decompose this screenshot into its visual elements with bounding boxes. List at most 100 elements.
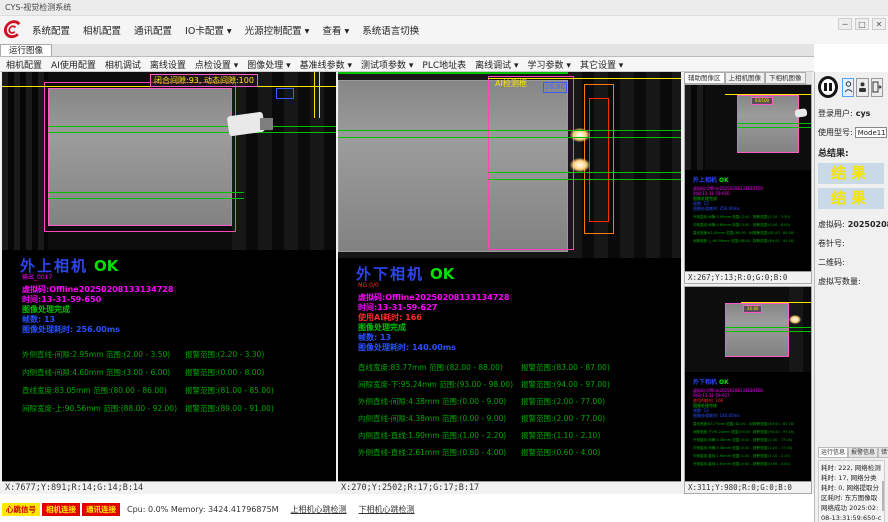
measure-line-green bbox=[48, 126, 336, 127]
toolbar-button[interactable]: 学习参数 ▾ bbox=[528, 58, 571, 71]
window-control-button[interactable]: ─ bbox=[838, 18, 852, 30]
thumbnail-tab[interactable]: 辅助图像区 bbox=[684, 72, 725, 84]
measure-line-green bbox=[737, 123, 811, 124]
toolbar-button[interactable]: 相机调试 bbox=[105, 58, 141, 71]
edge-line-yellow bbox=[319, 72, 320, 118]
toolbar-button[interactable]: 点检设置 ▾ bbox=[195, 58, 238, 71]
mini-measure-value: 间隙宽度-下:95.24mm 范围:(93.00 - 98.00) bbox=[685, 430, 753, 434]
model-row: 使用型号: Mode11 bbox=[818, 127, 885, 138]
mini-alarm-range: 报警范围:(89.00 - 91.00) bbox=[753, 239, 794, 243]
log-text-area[interactable]: 耗时: 222, 网络检测耗时: 17, 网络分类耗时: 0, 网络提取分区耗时… bbox=[818, 460, 885, 522]
mini-overlay-label: 93/100 bbox=[751, 97, 773, 105]
camera-image-upper[interactable]: 闭合间隙:93, 动态间隙:100 bbox=[2, 72, 336, 250]
barcode-label: 虚拟码: bbox=[818, 219, 845, 230]
info-line: 使用AI耗时: 166 bbox=[358, 313, 681, 323]
mini-alarm-range: 报警范围:(81.00 - 85.00) bbox=[753, 231, 794, 235]
mini-measure-row: 间隙宽度-下:95.24mm 范围:(93.00 - 98.00) 报警范围:(… bbox=[685, 430, 811, 434]
app-logo-icon bbox=[4, 20, 24, 40]
measure-row: 外侧直线-直线:2.61mm 范围:(0.60 - 4.00) 报警范围:(0.… bbox=[338, 448, 681, 457]
measure-row: 间隙宽度-下:95.24mm 范围:(93.00 - 98.00) 报警范围:(… bbox=[338, 380, 681, 389]
measure-row: 直线宽度:83.05mm 范围:(80.00 - 86.00) 报警范围:(81… bbox=[2, 386, 336, 395]
window-control-button[interactable]: ✕ bbox=[872, 18, 886, 30]
toolbar-button[interactable]: 离线设置 bbox=[150, 58, 186, 71]
heartbeat-link[interactable]: 下相机心跳检测 bbox=[359, 504, 415, 515]
measure-row: 外侧直线-间隙:2.95mm 范围:(2.00 - 3.50) 报警范围:(2.… bbox=[2, 350, 336, 359]
thumbnail-upper-camera[interactable]: 93/100 外上相机OK 虚拟码:Offline202502081331347… bbox=[684, 84, 812, 284]
camera-info-block: 虚拟码:Offline20250208133134728 时间:13-31-59… bbox=[358, 293, 681, 353]
log-tab[interactable]: 报警信息 bbox=[848, 447, 878, 458]
camera-info-block: 虚拟码:Offline20250208133134728 时间:13-31-59… bbox=[22, 285, 336, 335]
toolbar-button[interactable]: 其它设置 ▾ bbox=[580, 58, 623, 71]
thumbnail-image: 26.80 bbox=[685, 287, 811, 372]
thumbnail-lower-camera[interactable]: 26.80 外下相机OK 虚拟码:Offline2025020813313472… bbox=[684, 286, 812, 494]
camera-image-lower[interactable]: AI检测框 26.80 bbox=[338, 72, 681, 258]
qr-row: 二维码: bbox=[818, 257, 885, 268]
reflection-glow bbox=[570, 158, 590, 172]
mini-alarm-range: 报警范围:(2.00 - 77.00) bbox=[753, 438, 792, 442]
alarm-range: 报警范围:(2.00 - 77.00) bbox=[521, 397, 605, 406]
control-panel: 登录用户: cys 使用型号: Mode11 总结果: 结果 结果 虚拟码: 2… bbox=[814, 72, 888, 522]
alarm-range: 报警范围:(2.00 - 77.00) bbox=[521, 414, 605, 423]
menu-item[interactable]: 相机配置 bbox=[83, 23, 121, 37]
menu-item[interactable]: 光源控制配置 ▾ bbox=[245, 23, 310, 37]
log-tab[interactable]: 错误信息 bbox=[878, 447, 888, 458]
mini-info-block: 虚拟码:Offline20250208133134728 时间:13-31-59… bbox=[693, 388, 811, 418]
camera-result-row: 外上相机OK bbox=[20, 258, 336, 274]
menu-item[interactable]: 通讯配置 bbox=[134, 23, 172, 37]
alarm-range: 报警范围:(2.20 - 3.30) bbox=[185, 350, 264, 359]
measure-line-green bbox=[48, 132, 336, 133]
measure-row: 间隙宽度-上:90.56mm 范围:(88.00 - 92.00) 报警范围:(… bbox=[2, 404, 336, 413]
measure-line-green bbox=[48, 192, 244, 193]
user-button[interactable] bbox=[842, 78, 854, 97]
alarm-range: 报警范围:(83.00 - 87.00) bbox=[521, 363, 610, 372]
logout-button[interactable] bbox=[871, 78, 883, 97]
log-text: 耗时: 222, 网络检测耗时: 17, 网络分类耗时: 0, 网络提取分区耗时… bbox=[821, 464, 881, 522]
mini-result-row: 外下相机OK bbox=[693, 375, 811, 386]
log-scrollbar[interactable] bbox=[882, 481, 884, 511]
toolbar-button[interactable]: PLC地址表 bbox=[422, 58, 466, 71]
menu-item[interactable]: IO卡配置 ▾ bbox=[185, 23, 232, 37]
mini-alarm-range: 报警范围:(2.20 - 3.30) bbox=[753, 215, 790, 219]
toolbar-button[interactable]: 测试项参数 ▾ bbox=[361, 58, 413, 71]
pin-label: 卷针号: bbox=[818, 238, 845, 249]
mini-measure-row: 直线宽度:83.77mm 范围:(82.00 - 88.00) 报警范围:(83… bbox=[685, 422, 811, 426]
alarm-range: 报警范围:(0.60 - 4.00) bbox=[521, 448, 600, 457]
user-settings-button[interactable] bbox=[856, 78, 868, 97]
machine-stripes bbox=[685, 85, 705, 170]
toolbar-button[interactable]: 相机配置 bbox=[6, 58, 42, 71]
alarm-range: 报警范围:(94.00 - 97.00) bbox=[521, 380, 610, 389]
pin-row: 卷针号: bbox=[818, 238, 885, 249]
info-line: 图像处理完成 bbox=[358, 323, 681, 333]
toolbar-button[interactable]: 离线调试 ▾ bbox=[475, 58, 518, 71]
window-titlebar: CYS-视觉检测系统 bbox=[0, 0, 888, 16]
measure-row: 内侧直线-直线:1.90mm 范围:(1.00 - 2.20) 报警范围:(1.… bbox=[338, 431, 681, 440]
thumbnail-tab[interactable]: 上相机图像 bbox=[725, 72, 766, 84]
mini-measure-row: 外侧直线-间隙:2.95mm 范围:(2.00 - 3.50) 报警范围:(2.… bbox=[685, 215, 811, 219]
mini-measure-row: 内侧直线-直线:1.90mm 范围:(1.00 - 2.20) 报警范围:(1.… bbox=[685, 454, 811, 458]
menu-item[interactable]: 系统语言切换 bbox=[362, 23, 419, 37]
menu-item[interactable]: 查看 ▾ bbox=[322, 23, 349, 37]
toolbar-button[interactable]: 图像处理 ▾ bbox=[247, 58, 290, 71]
exit-door-icon bbox=[872, 81, 882, 93]
toolbar-button[interactable]: 基准线参数 ▾ bbox=[300, 58, 352, 71]
result-indicator: 结果 bbox=[818, 188, 884, 209]
thumbnail-tab[interactable]: 下相机图像 bbox=[765, 72, 806, 84]
camera-title: 外上相机 bbox=[20, 257, 88, 275]
login-user-value: cys bbox=[856, 109, 871, 118]
window-controls: ─ □ ✕ bbox=[835, 18, 886, 30]
status-badge: 相机连接 bbox=[42, 503, 80, 516]
pixel-coords-caption: X:311;Y:980;R:0;G:0;B:0 bbox=[685, 481, 811, 493]
log-tab[interactable]: 运行信息 bbox=[818, 447, 848, 458]
tab-run-image[interactable]: 运行图像 bbox=[0, 44, 52, 56]
qr-label: 二维码: bbox=[818, 257, 845, 268]
window-control-button[interactable]: □ bbox=[855, 18, 869, 30]
pause-button[interactable] bbox=[818, 76, 838, 98]
connector-tip bbox=[260, 118, 273, 130]
menu-item[interactable]: 系统配置 bbox=[32, 23, 70, 37]
mini-info-block: 虚拟码:Offline20250208133134728 时间:13-31-59… bbox=[693, 186, 811, 211]
inspected-plate bbox=[48, 88, 232, 226]
model-select[interactable]: Mode11 bbox=[855, 127, 887, 138]
heartbeat-link[interactable]: 上相机心跳检测 bbox=[291, 504, 347, 515]
toolbar-button[interactable]: AI使用配置 bbox=[51, 58, 96, 71]
measure-line-green bbox=[48, 198, 244, 199]
